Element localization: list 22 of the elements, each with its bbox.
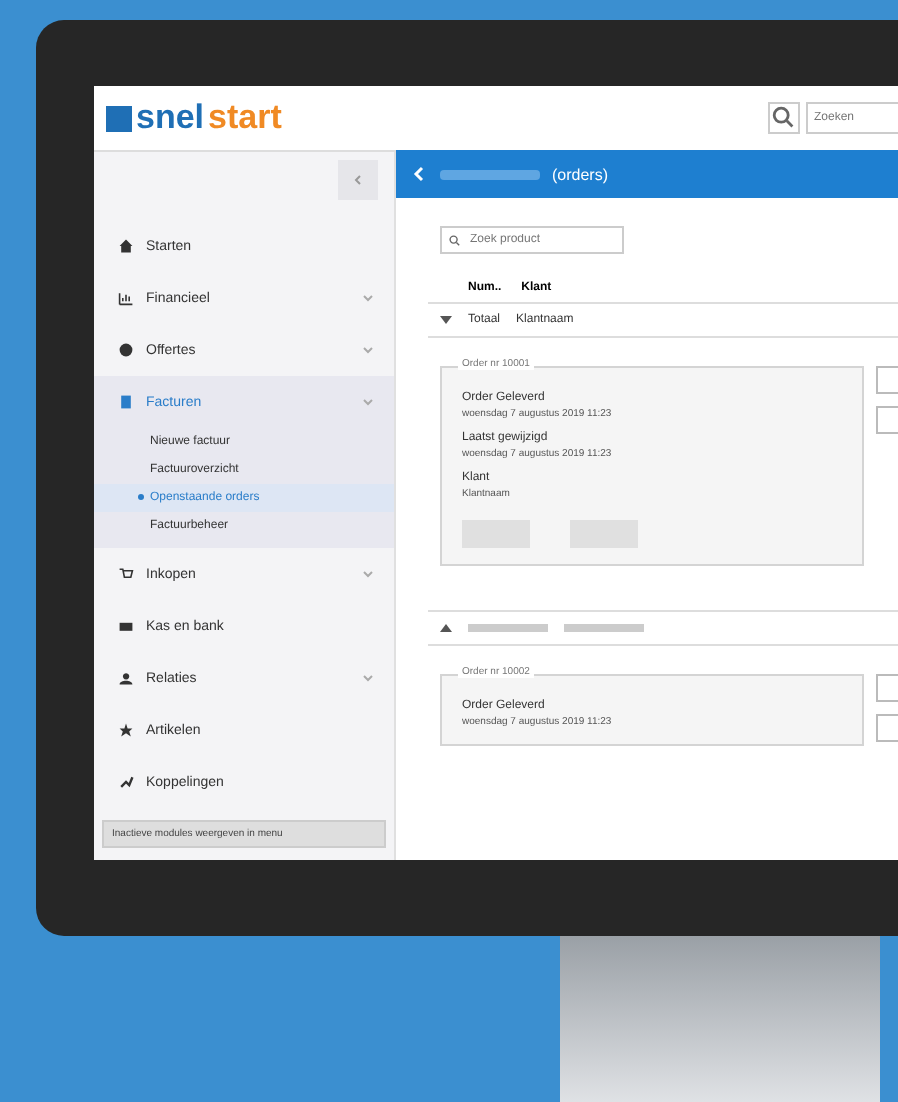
blurred-text [440,169,540,179]
menu-icon [118,722,134,738]
collapse-icon[interactable] [440,314,452,326]
menu-icon [118,618,134,634]
menu-icon [118,566,134,582]
blurred-text [468,624,548,632]
collapse-button[interactable] [338,160,378,200]
logo-text: snel [136,98,205,138]
chevron-left-icon [352,173,364,185]
logo-text-accent: start [208,98,282,138]
menu-icon [118,238,134,254]
menu-icon [118,394,134,410]
logo-icon [106,105,132,131]
menu-icon [118,342,134,358]
blurred-text [564,624,644,632]
back-icon[interactable] [412,166,428,182]
menu-icon [118,290,134,306]
page-title: (orders) [552,165,609,183]
menu-icon [118,670,134,686]
expand-icon[interactable] [440,622,452,634]
menu-icon [118,774,134,790]
search-icon[interactable] [768,102,800,134]
